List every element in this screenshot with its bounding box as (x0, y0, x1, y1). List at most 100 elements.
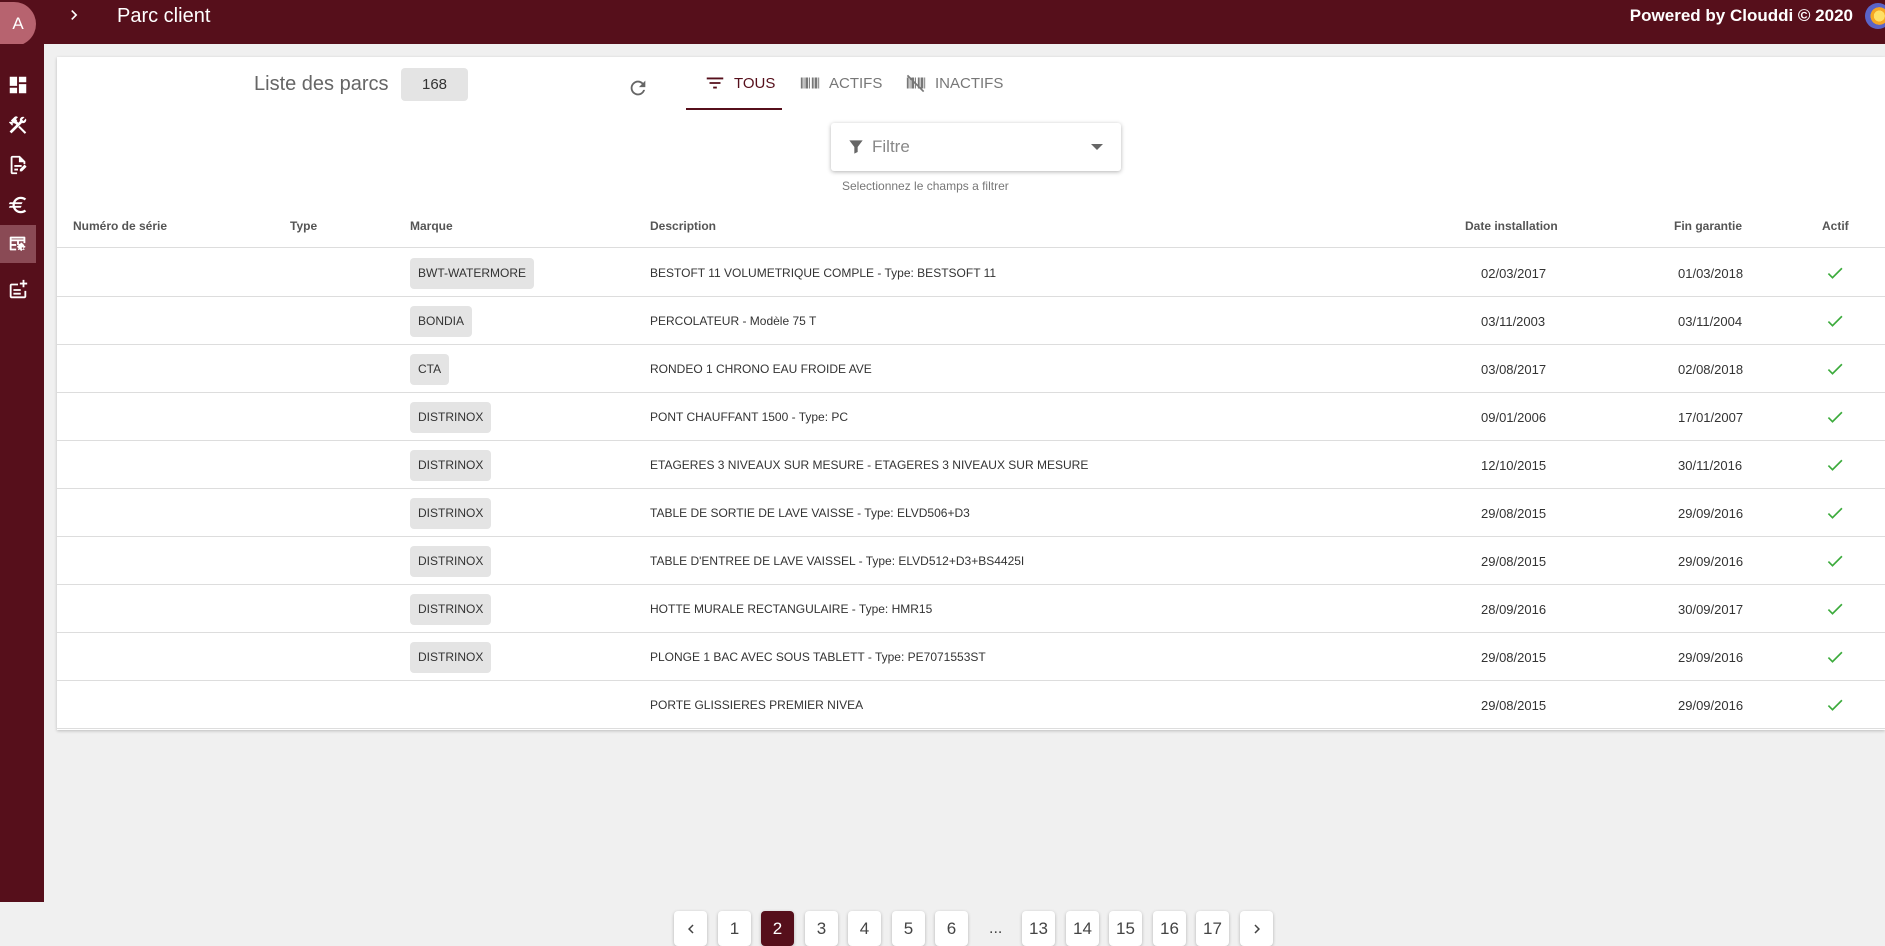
tab-label: ACTIFS (829, 74, 883, 92)
table-row[interactable]: DISTRINOX PLONGE 1 BAC AVEC SOUS TABLETT … (57, 633, 1885, 681)
col-description[interactable]: Description (650, 219, 716, 233)
page-button[interactable]: 6 (935, 911, 968, 946)
table-row[interactable]: DISTRINOX HOTTE MURALE RECTANGULAIRE - Ty… (57, 585, 1885, 633)
col-type[interactable]: Type (290, 219, 317, 233)
count-badge: 168 (401, 68, 468, 101)
avatar[interactable]: A (0, 2, 36, 46)
page-button[interactable]: 5 (892, 911, 925, 946)
col-warranty-end[interactable]: Fin garantie (1674, 219, 1742, 233)
previous-page-button[interactable] (674, 911, 707, 946)
clouddi-logo-icon (1865, 3, 1885, 29)
euro-icon (8, 196, 27, 214)
filter-hint: Selectionnez le champs a filtrer (842, 179, 1009, 193)
top-bar: A Parc client Powered by Clouddi © 2020 (0, 0, 1885, 46)
brand-cell: DISTRINOX (410, 537, 492, 585)
funnel-icon (846, 137, 866, 157)
page-title: Parc client (117, 5, 211, 27)
chevron-left-icon (687, 924, 694, 933)
tab-label: TOUS (734, 74, 776, 92)
page-button[interactable]: 3 (805, 911, 838, 946)
active-check-icon (1825, 585, 1845, 633)
table-row[interactable]: BONDIA PERCOLATEUR - Modèle 75 T 03/11/200… (57, 297, 1885, 345)
brand-chip: DISTRINOX (410, 593, 492, 625)
refresh-button[interactable] (627, 77, 651, 101)
description-cell: PERCOLATEUR - Modèle 75 T (650, 314, 817, 328)
table-header: Numéro de série Type Marque Description … (57, 205, 1885, 248)
sidebar-item-parc-client[interactable] (0, 225, 36, 263)
brand-cell: CTA (410, 345, 450, 393)
page-button[interactable]: 2 (761, 911, 794, 946)
install-date-cell: 29/08/2015 (1481, 553, 1547, 569)
active-check-icon (1825, 441, 1845, 489)
sidebar (0, 44, 44, 946)
active-check-icon (1825, 393, 1845, 441)
description-cell: PLONGE 1 BAC AVEC SOUS TABLETT - Type: P… (650, 650, 986, 664)
active-check-icon (1825, 249, 1845, 297)
tab-label: INACTIFS (935, 74, 1004, 92)
barcode-off-icon (906, 74, 926, 93)
col-active[interactable]: Actif (1822, 219, 1849, 233)
table-settings-icon (9, 236, 26, 251)
col-serial[interactable]: Numéro de série (73, 219, 167, 233)
filter-select[interactable]: Filtre (831, 123, 1121, 171)
tab-actifs[interactable]: ACTIFS (799, 57, 882, 109)
install-date-cell: 03/08/2017 (1481, 361, 1547, 377)
list-title: Liste des parcs (254, 73, 389, 95)
col-brand[interactable]: Marque (410, 219, 453, 233)
table-row[interactable]: CTA RONDEO 1 CHRONO EAU FROIDE AVE 03/08/2… (57, 345, 1885, 393)
edit-document-icon (10, 155, 27, 175)
install-date-cell: 02/03/2017 (1481, 265, 1547, 281)
sidebar-item-documents[interactable] (0, 146, 36, 184)
install-date-cell: 09/01/2006 (1481, 409, 1547, 425)
sidebar-item-finance[interactable] (0, 186, 36, 224)
brand-cell: BONDIA (410, 297, 473, 345)
table-row[interactable]: DISTRINOX TABLE DE SORTIE DE LAVE VAISSE … (57, 489, 1885, 537)
page-button[interactable]: 4 (848, 911, 881, 946)
install-date-cell: 29/08/2015 (1481, 505, 1547, 521)
table-row[interactable]: DISTRINOX ETAGERES 3 NIVEAUX SUR MESURE -… (57, 441, 1885, 489)
barcode-icon (800, 77, 820, 89)
install-date-cell: 28/09/2016 (1481, 601, 1547, 617)
warranty-end-cell: 29/09/2016 (1678, 505, 1744, 521)
table-row[interactable]: DISTRINOX PONT CHAUFFANT 1500 - Type: PC 0… (57, 393, 1885, 441)
main-content: Liste des parcs 168 TOUS ACTIFS INACTIFS… (44, 44, 1885, 946)
table-row[interactable]: PORTE GLISSIERES PREMIER NIVEA 29/08/2015… (57, 681, 1885, 729)
warranty-end-cell: 29/09/2016 (1678, 697, 1744, 713)
install-date-cell: 29/08/2015 (1481, 649, 1547, 665)
page-button[interactable]: 16 (1153, 911, 1186, 946)
brand-cell: DISTRINOX (410, 633, 492, 681)
brand-chip: DISTRINOX (410, 545, 492, 577)
warranty-end-cell: 30/11/2016 (1678, 457, 1743, 473)
page-button[interactable]: 17 (1196, 911, 1229, 946)
description-cell: PONT CHAUFFANT 1500 - Type: PC (650, 410, 849, 424)
sidebar-item-add[interactable] (0, 271, 36, 309)
install-date-cell: 29/08/2015 (1481, 697, 1547, 713)
page-button[interactable]: 15 (1109, 911, 1142, 946)
col-install-date[interactable]: Date installation (1465, 219, 1558, 233)
table-row[interactable]: DISTRINOX TABLE D'ENTREE DE LAVE VAISSEL … (57, 537, 1885, 585)
tab-inactifs[interactable]: INACTIFS (905, 57, 1003, 109)
page-button[interactable]: 14 (1066, 911, 1099, 946)
sidebar-item-dashboard[interactable] (0, 66, 36, 104)
page-button[interactable]: 13 (1022, 911, 1055, 946)
warranty-end-cell: 29/09/2016 (1678, 553, 1744, 569)
brand-chip: BONDIA (410, 305, 473, 337)
brand-cell: DISTRINOX (410, 489, 492, 537)
description-cell: TABLE DE SORTIE DE LAVE VAISSE - Type: E… (650, 506, 970, 520)
warranty-end-cell: 03/11/2004 (1678, 313, 1743, 329)
sidebar-item-tools[interactable] (0, 106, 36, 144)
page-button[interactable]: 1 (718, 911, 751, 946)
brand-chip: DISTRINOX (410, 401, 492, 433)
active-check-icon (1825, 297, 1845, 345)
tools-icon (8, 116, 27, 134)
warranty-end-cell: 02/08/2018 (1678, 361, 1744, 377)
next-page-button[interactable] (1240, 911, 1273, 946)
install-date-cell: 03/11/2003 (1481, 313, 1546, 329)
table-row[interactable]: BWT-WATERMORE BESTOFT 11 VOLUMETRIQUE COM… (57, 249, 1885, 297)
install-date-cell: 12/10/2015 (1481, 457, 1547, 473)
filter-placeholder: Filtre (872, 137, 910, 156)
caret-down-icon (1091, 144, 1103, 150)
tab-tous[interactable]: TOUS (686, 57, 782, 110)
add-to-list-icon (9, 279, 28, 299)
chevron-right-icon[interactable] (64, 4, 84, 32)
